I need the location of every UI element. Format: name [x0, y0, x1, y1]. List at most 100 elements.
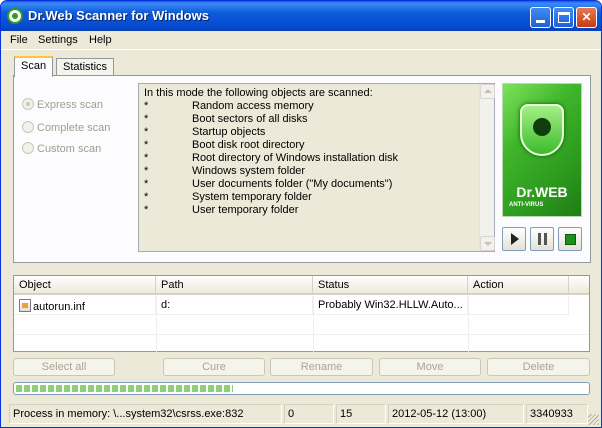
results-table[interactable]: Object Path Status Action autorun.inf d:… — [13, 275, 590, 352]
cell-object: autorun.inf — [14, 296, 156, 315]
radio-label: Express scan — [37, 99, 104, 111]
status-bar: Process in memory: \...system32\csrss.ex… — [1, 401, 601, 427]
scroll-down-button[interactable] — [480, 236, 495, 251]
status-process: Process in memory: \...system32\csrss.ex… — [9, 404, 282, 424]
close-button[interactable]: ✕ — [576, 7, 597, 28]
info-item: * Random access memory — [144, 100, 478, 113]
radio-express-scan[interactable]: Express scan — [22, 98, 103, 111]
info-item: * System temporary folder — [144, 191, 478, 204]
scroll-up-icon — [484, 89, 492, 93]
info-heading: In this mode the following objects are s… — [144, 87, 373, 99]
info-scrollbar[interactable] — [479, 84, 495, 251]
scan-progress-bar — [13, 382, 590, 395]
info-item-text: Boot disk root directory — [192, 139, 305, 151]
radio-label: Custom scan — [37, 143, 102, 155]
info-bullet: * — [144, 126, 149, 138]
radio-custom-scan[interactable]: Custom scan — [22, 142, 101, 155]
pause-icon — [538, 233, 547, 245]
status-threats: 0 — [284, 404, 334, 424]
cell-status: Probably Win32.HLLW.Auto... — [313, 296, 468, 315]
scroll-down-icon — [484, 242, 492, 246]
column-header-status[interactable]: Status — [313, 276, 468, 295]
stop-scan-button[interactable] — [558, 227, 582, 251]
radio-label: Complete scan — [37, 122, 111, 134]
info-item-text: Startup objects — [192, 126, 266, 138]
info-item-text: Random access memory — [192, 100, 314, 112]
info-item-text: User documents folder ("My documents") — [192, 178, 393, 190]
drweb-app-icon[interactable] — [7, 8, 23, 24]
column-divider — [313, 296, 314, 352]
scan-tab-panel: Express scan Complete scan Custom scan I… — [13, 75, 591, 263]
column-header-object[interactable]: Object — [14, 276, 156, 295]
info-item-text: Windows system folder — [192, 165, 306, 177]
minimize-icon — [536, 20, 545, 23]
info-bullet: * — [144, 152, 149, 164]
info-item-text: System temporary folder — [192, 191, 312, 203]
cure-button[interactable]: Cure — [163, 358, 265, 376]
info-bullet: * — [144, 204, 149, 216]
start-scan-button[interactable] — [502, 227, 526, 251]
info-bullet: * — [144, 113, 149, 125]
maximize-icon — [558, 12, 570, 23]
info-item: * Boot sectors of all disks — [144, 113, 478, 126]
status-scanned: 15 — [336, 404, 386, 424]
scroll-up-button[interactable] — [480, 84, 495, 99]
tab-statistics[interactable]: Statistics — [56, 58, 115, 76]
move-button[interactable]: Move — [379, 358, 481, 376]
cell-action — [468, 296, 569, 315]
resize-grip[interactable] — [588, 414, 599, 425]
tab-scan[interactable]: Scan — [14, 56, 54, 77]
menu-file[interactable]: File — [10, 34, 28, 46]
info-bullet: * — [144, 191, 149, 203]
minimize-button[interactable] — [530, 7, 551, 28]
radio-button[interactable] — [22, 121, 34, 133]
window-title: Dr.Web Scanner for Windows — [28, 8, 209, 23]
column-header-filler — [569, 276, 589, 295]
menu-bar: File Settings Help — [1, 31, 601, 50]
radio-complete-scan[interactable]: Complete scan — [22, 121, 110, 134]
info-item-text: Root directory of Windows installation d… — [192, 152, 399, 164]
close-icon: ✕ — [581, 10, 592, 24]
radio-button[interactable] — [22, 98, 34, 110]
title-bar[interactable]: Dr.Web Scanner for Windows ✕ — [1, 1, 601, 31]
info-bullet: * — [144, 139, 149, 151]
info-bullet: * — [144, 165, 149, 177]
drweb-logo: Dr.WEB ANTI-VIRUS — [502, 83, 582, 217]
delete-button[interactable]: Delete — [487, 358, 590, 376]
file-icon — [19, 299, 31, 312]
logo-subtitle: ANTI-VIRUS — [509, 202, 544, 208]
maximize-button[interactable] — [553, 7, 574, 28]
radio-button[interactable] — [22, 142, 34, 154]
select-all-button[interactable]: Select all — [13, 358, 115, 376]
logo-name: Dr.WEB — [516, 184, 568, 200]
info-item: * Root directory of Windows installation … — [144, 152, 478, 165]
scan-info-box[interactable]: In this mode the following objects are s… — [138, 83, 495, 252]
pause-scan-button[interactable] — [530, 227, 554, 251]
info-item-text: Boot sectors of all disks — [192, 113, 308, 125]
object-name: autorun.inf — [33, 301, 85, 313]
info-item: * Windows system folder — [144, 165, 478, 178]
info-item: * User documents folder ("My documents") — [144, 178, 478, 191]
spider-icon — [533, 118, 551, 136]
info-bullet: * — [144, 100, 149, 112]
info-bullet: * — [144, 178, 149, 190]
scanner-window: Dr.Web Scanner for Windows ✕ File Settin… — [0, 0, 602, 428]
rename-button[interactable]: Rename — [270, 358, 373, 376]
progress-fill — [16, 385, 233, 392]
status-count: 3340933 — [526, 404, 588, 424]
info-item-text: User temporary folder — [192, 204, 299, 216]
info-item: * Startup objects — [144, 126, 478, 139]
menu-settings[interactable]: Settings — [38, 34, 78, 46]
column-header-action[interactable]: Action — [468, 276, 569, 295]
status-datetime: 2012-05-12 (13:00) — [388, 404, 524, 424]
stop-icon — [565, 234, 576, 245]
info-item: * Boot disk root directory — [144, 139, 478, 152]
column-divider — [156, 296, 157, 352]
column-header-path[interactable]: Path — [156, 276, 313, 295]
scan-info-text: In this mode the following objects are s… — [144, 87, 478, 217]
info-item: * User temporary folder — [144, 204, 478, 217]
menu-help[interactable]: Help — [89, 34, 112, 46]
shield-icon — [520, 104, 564, 156]
column-divider — [468, 296, 469, 352]
cell-path: d: — [156, 296, 313, 315]
